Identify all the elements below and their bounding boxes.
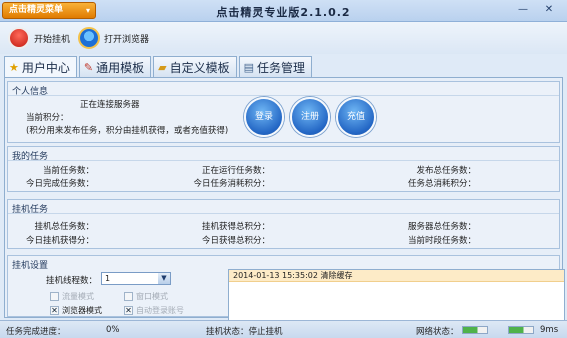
hang-points-total-label: 挂机获得总积分： — [201, 222, 270, 232]
published-total-label: 发布总任务数： — [416, 166, 476, 176]
today-points-label: 今日获得总积分： — [201, 236, 270, 246]
network-meter — [462, 326, 488, 334]
connection-status: 正在连接服务器 — [80, 100, 140, 110]
hang-total-label: 挂机总任务数： — [34, 222, 94, 232]
tab-label: 通用模板 — [96, 60, 145, 75]
auto-login-checkbox[interactable]: ✕ 自动登录账号 — [124, 305, 184, 316]
current-tasks-label: 当前任务数： — [42, 166, 94, 176]
minimize-button[interactable]: — — [515, 3, 531, 18]
personal-info-group: 个人信息 正在连接服务器 当前积分： (积分用来发布任务，积分由挂机获得，或者充… — [7, 81, 560, 143]
divider — [8, 160, 559, 161]
user-center-panel: 个人信息 正在连接服务器 当前积分： (积分用来发布任务，积分由挂机获得，或者充… — [4, 77, 565, 331]
browser-icon — [78, 27, 100, 49]
close-button[interactable]: ✕ — [541, 3, 557, 18]
hang-tasks-group: 挂机任务 挂机总任务数： 挂机获得总积分： 服务器总任务数： 今日挂机获得分： … — [7, 199, 560, 249]
main-tabs: ★ 用户中心 ✎ 通用模板 ▰ 自定义模板 ▤ 任务管理 — [4, 56, 313, 78]
start-hang-button[interactable]: 开始挂机 — [8, 26, 70, 50]
server-total-label: 服务器总任务数： — [407, 222, 476, 232]
browser-mode-checkbox[interactable]: ✕ 浏览器模式 — [50, 305, 102, 316]
network-status-label: 网络状态： — [416, 327, 459, 337]
chevron-down-icon: ▼ — [158, 273, 170, 284]
divider — [8, 213, 559, 214]
group-title: 挂机设置 — [12, 261, 49, 271]
checkbox-label: 自动登录账号 — [136, 306, 184, 315]
today-spent-label: 今日任务消耗积分： — [193, 179, 270, 189]
hang-status: 挂机状态：停止挂机 — [206, 327, 283, 337]
today-done-label: 今日完成任务数： — [25, 179, 94, 189]
tab-custom-template[interactable]: ▰ 自定义模板 — [153, 56, 237, 77]
tab-label: 自定义模板 — [169, 60, 230, 75]
threads-select[interactable]: 1 ▼ — [101, 272, 171, 285]
threads-value: 1 — [105, 274, 111, 283]
flow-mode-checkbox[interactable]: 流量模式 — [50, 291, 94, 302]
progress-value: 0% — [106, 325, 120, 335]
open-browser-label: 打开浏览器 — [104, 34, 150, 45]
log-entry: 2014-01-13 15:35:02 清除缓存 — [229, 270, 564, 282]
points-hint: (积分用来发布任务，积分由挂机获得，或者充值获得) — [26, 126, 229, 136]
my-tasks-group: 我的任务 当前任务数： 正在运行任务数： 发布总任务数： 今日完成任务数： 今日… — [7, 146, 560, 192]
running-tasks-label: 正在运行任务数： — [201, 166, 270, 176]
tab-general-template[interactable]: ✎ 通用模板 — [78, 56, 152, 77]
pencil-icon: ✎ — [83, 60, 94, 74]
title-bar: 点击精灵菜单 ▾ 点击精灵专业版2.1.0.2 — ✕ — [0, 0, 567, 22]
current-period-label: 当前时段任务数： — [407, 236, 476, 246]
checkbox-label: 流量模式 — [62, 292, 94, 301]
today-hang-points-label: 今日挂机获得分： — [25, 236, 94, 246]
checkbox-label: 浏览器模式 — [62, 306, 102, 315]
login-button[interactable]: 登录 — [244, 97, 284, 137]
start-hang-label: 开始挂机 — [34, 34, 71, 45]
register-button[interactable]: 注册 — [290, 97, 330, 137]
tab-user-center[interactable]: ★ 用户中心 — [4, 56, 77, 78]
checkbox-box — [124, 292, 133, 301]
points-label: 当前积分： — [26, 113, 69, 123]
document-icon: ▤ — [243, 60, 255, 74]
star-icon: ★ — [9, 61, 19, 74]
recharge-button[interactable]: 充值 — [336, 97, 376, 137]
tab-label: 任务管理 — [257, 60, 306, 75]
progress-label: 任务完成进度： — [6, 327, 66, 337]
latency-value: 9ms — [540, 325, 559, 335]
total-spent-label: 任务总消耗积分： — [407, 179, 476, 189]
tab-task-management[interactable]: ▤ 任务管理 — [238, 56, 313, 77]
power-icon — [8, 27, 30, 49]
check-icon: ✕ — [50, 306, 59, 315]
check-icon: ✕ — [124, 306, 133, 315]
hang-settings-group: 挂机设置 挂机线程数： 1 ▼ 流量模式 窗口模式 ✕ 浏览器模式 ✕ 自动登录… — [7, 255, 565, 331]
toolbar: 开始挂机 打开浏览器 — [0, 22, 567, 54]
checkbox-label: 窗口模式 — [136, 292, 168, 301]
checkbox-box — [50, 292, 59, 301]
threads-label: 挂机线程数： — [46, 276, 98, 286]
network-meter — [508, 326, 534, 334]
divider — [8, 95, 559, 96]
app-title: 点击精灵专业版2.1.0.2 — [216, 6, 351, 19]
folder-icon: ▰ — [158, 60, 167, 74]
tab-label: 用户中心 — [21, 61, 70, 75]
status-bar: 任务完成进度： 0% 挂机状态：停止挂机 网络状态： 9ms — [0, 320, 567, 338]
window-mode-checkbox[interactable]: 窗口模式 — [124, 291, 168, 302]
open-browser-button[interactable]: 打开浏览器 — [78, 26, 149, 50]
